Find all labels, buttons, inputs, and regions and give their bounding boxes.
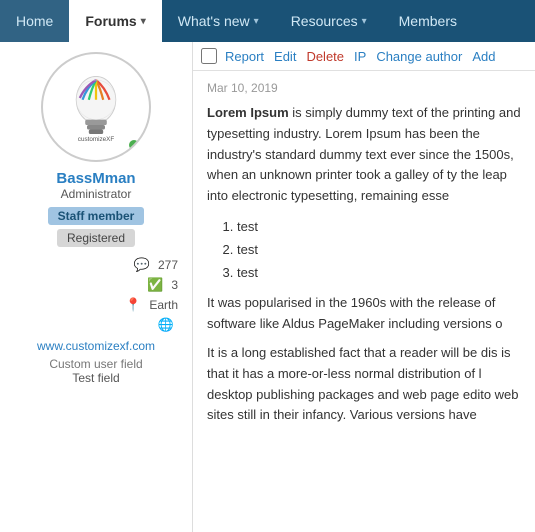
post-select-checkbox[interactable] [201, 48, 217, 64]
nav-resources[interactable]: Resources ▾ [275, 0, 383, 42]
whats-new-dropdown-arrow: ▾ [254, 16, 259, 27]
messages-icon: 💬 [134, 257, 150, 273]
nav-forums-label: Forums [85, 13, 136, 29]
nav-whats-new-label: What's new [178, 13, 250, 29]
stat-website: 🌐 [10, 315, 182, 335]
stat-location: 📍 Earth [10, 295, 182, 315]
message-count: 277 [158, 258, 178, 272]
add-button[interactable]: Add [470, 49, 497, 64]
nav-resources-label: Resources [291, 13, 358, 29]
list-item: test [237, 263, 521, 284]
post-paragraph-1: Lorem Ipsum is simply dummy text of the … [207, 103, 521, 207]
custom-field-value: Test field [72, 371, 119, 385]
nav-home[interactable]: Home [0, 0, 69, 42]
post-action-bar: Report Edit Delete IP Change author Add [193, 42, 535, 71]
custom-field-label: Custom user field [49, 357, 142, 371]
ip-button[interactable]: IP [352, 49, 368, 64]
online-status-dot [127, 138, 141, 152]
post-bold-intro: Lorem Ipsum [207, 105, 289, 120]
location-value: Earth [149, 298, 178, 312]
user-sidebar: customizeXF BassMman Administrator Staff… [0, 42, 193, 532]
forums-dropdown-arrow: ▾ [141, 16, 146, 27]
avatar: customizeXF [41, 52, 151, 162]
post-body: Lorem Ipsum is simply dummy text of the … [207, 103, 521, 426]
post-list: test test test [237, 217, 521, 283]
list-item: test [237, 240, 521, 261]
reactions-icon: ✅ [147, 277, 163, 293]
delete-button[interactable]: Delete [304, 49, 346, 64]
nav-forums[interactable]: Forums ▾ [69, 0, 161, 42]
nav-bar: Home Forums ▾ What's new ▾ Resources ▾ M… [0, 0, 535, 42]
list-item: test [237, 217, 521, 238]
stat-messages: 💬 277 [10, 255, 182, 275]
content-wrap: customizeXF BassMman Administrator Staff… [0, 42, 535, 532]
svg-text:customizeXF: customizeXF [78, 136, 115, 143]
staff-member-badge: Staff member [48, 207, 145, 225]
user-role: Administrator [61, 187, 132, 201]
registered-badge: Registered [57, 229, 135, 247]
nav-whats-new[interactable]: What's new ▾ [162, 0, 275, 42]
username[interactable]: BassMman [56, 170, 135, 187]
reaction-count: 3 [171, 278, 178, 292]
avatar-image: customizeXF [51, 62, 141, 152]
user-stats: 💬 277 ✅ 3 📍 Earth 🌐 [0, 255, 192, 335]
edit-button[interactable]: Edit [272, 49, 298, 64]
location-icon: 📍 [125, 297, 141, 313]
change-author-button[interactable]: Change author [374, 49, 464, 64]
post-paragraph-3: It is a long established fact that a rea… [207, 343, 521, 426]
stat-reactions: ✅ 3 [10, 275, 182, 295]
post-paragraph-2: It was popularised in the 1960s with the… [207, 293, 521, 335]
globe-icon: 🌐 [158, 317, 174, 333]
post-area: Mar 10, 2019 Lorem Ipsum is simply dummy… [193, 71, 535, 532]
nav-members[interactable]: Members [383, 0, 473, 42]
nav-home-label: Home [16, 13, 53, 29]
resources-dropdown-arrow: ▾ [362, 16, 367, 27]
post-date: Mar 10, 2019 [207, 81, 521, 95]
post-main: Report Edit Delete IP Change author Add … [193, 42, 535, 532]
site-link[interactable]: www.customizexf.com [27, 339, 165, 353]
report-button[interactable]: Report [223, 49, 266, 64]
nav-members-label: Members [399, 13, 457, 29]
